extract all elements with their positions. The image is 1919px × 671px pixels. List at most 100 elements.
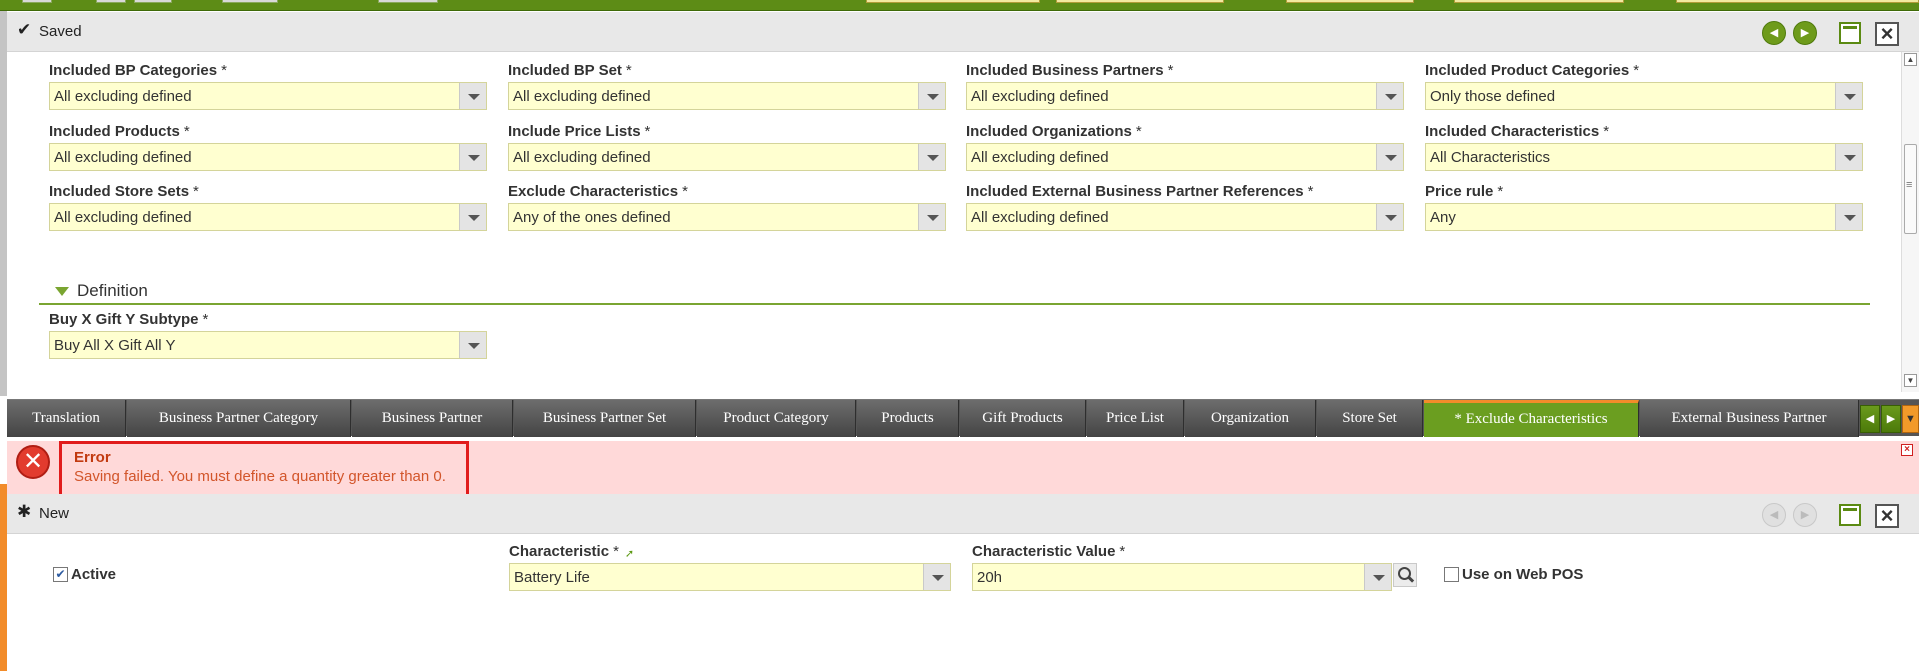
field-included-characteristics: Included Characteristics * All Characteri…: [1425, 123, 1863, 171]
use-on-web-pos-checkbox[interactable]: [1444, 566, 1459, 582]
toolbar-button[interactable]: [96, 0, 126, 3]
buy-x-gift-y-subtype-select[interactable]: Buy All X Gift All Y: [49, 331, 487, 359]
toolbar-field[interactable]: [1056, 0, 1224, 3]
field-label: Included BP Set: [508, 62, 622, 79]
included-external-bp-references-select[interactable]: All excluding defined: [966, 203, 1404, 231]
error-title: Error: [74, 449, 111, 466]
field-characteristic: Characteristic * ➚ Battery Life: [509, 543, 951, 591]
scroll-thumb[interactable]: [1904, 144, 1917, 234]
select-value: All excluding defined: [54, 88, 192, 105]
form-scrollbar[interactable]: ▲ ▼: [1901, 52, 1919, 392]
exclude-characteristics-select[interactable]: Any of the ones defined: [508, 203, 946, 231]
toolbar-field[interactable]: [1676, 0, 1919, 3]
included-organizations-select[interactable]: All excluding defined: [966, 143, 1404, 171]
select-value: All excluding defined: [513, 88, 651, 105]
field-included-bp-set: Included BP Set * All excluding defined: [508, 62, 946, 110]
toolbar-field[interactable]: [1286, 0, 1414, 3]
status-label: New: [39, 505, 70, 522]
dropdown-arrow-icon[interactable]: [1376, 144, 1403, 170]
characteristic-value-select[interactable]: 20h: [972, 563, 1392, 591]
dropdown-arrow-icon[interactable]: [918, 204, 945, 230]
toolbar-button[interactable]: [134, 0, 172, 3]
field-label: Included Product Categories: [1425, 62, 1630, 79]
required-marker: *: [613, 543, 619, 560]
field-label: Include Price Lists: [508, 123, 641, 140]
scroll-down-icon[interactable]: ▼: [1904, 374, 1917, 387]
include-price-lists-select[interactable]: All excluding defined: [508, 143, 946, 171]
tab-product-category[interactable]: Product Category: [697, 400, 856, 437]
tab-exclude-characteristics[interactable]: * Exclude Characteristics: [1424, 400, 1639, 437]
included-product-categories-select[interactable]: Only those defined: [1425, 82, 1863, 110]
required-marker: *: [1497, 183, 1504, 200]
tab-external-business-partner[interactable]: External Business Partner: [1640, 400, 1859, 437]
definition-section-header[interactable]: Definition: [39, 279, 1870, 305]
active-checkbox[interactable]: ✔: [53, 566, 68, 582]
tab-menu-icon[interactable]: ▼: [1902, 405, 1919, 433]
close-button[interactable]: ×: [1875, 22, 1899, 46]
dropdown-arrow-icon[interactable]: [918, 144, 945, 170]
toolbar-button[interactable]: [222, 0, 278, 3]
toolbar-field[interactable]: [866, 0, 1040, 3]
previous-record-button[interactable]: ◀: [1762, 503, 1786, 527]
maximize-button[interactable]: [1839, 22, 1861, 44]
maximize-button[interactable]: [1839, 504, 1861, 526]
tab-translation[interactable]: Translation: [7, 400, 126, 437]
tab-price-list[interactable]: Price List: [1087, 400, 1184, 437]
error-message: Saving failed. You must define a quantit…: [74, 468, 446, 485]
dropdown-arrow-icon[interactable]: [459, 204, 486, 230]
tab-organization[interactable]: Organization: [1185, 400, 1316, 437]
status-label: Saved: [39, 23, 82, 40]
collapse-triangle-icon[interactable]: [55, 287, 69, 296]
select-value: All excluding defined: [971, 149, 1109, 166]
tab-scroll-right-icon[interactable]: ▶: [1881, 405, 1901, 433]
tab-gift-products[interactable]: Gift Products: [960, 400, 1086, 437]
select-value: Any: [1430, 209, 1456, 226]
close-button[interactable]: ×: [1875, 504, 1899, 528]
included-bp-categories-select[interactable]: All excluding defined: [49, 82, 487, 110]
tab-products[interactable]: Products: [857, 400, 959, 437]
select-value: Buy All X Gift All Y: [54, 337, 176, 354]
dropdown-arrow-icon[interactable]: [459, 144, 486, 170]
dropdown-arrow-icon[interactable]: [1376, 83, 1403, 109]
dropdown-arrow-icon[interactable]: [1835, 204, 1862, 230]
required-marker: *: [682, 183, 688, 200]
tab-business-partner-category[interactable]: Business Partner Category: [127, 400, 351, 437]
dropdown-arrow-icon[interactable]: [923, 564, 950, 590]
tab-business-partner[interactable]: Business Partner: [352, 400, 513, 437]
dropdown-arrow-icon[interactable]: [1376, 204, 1403, 230]
characteristic-select[interactable]: Battery Life: [509, 563, 951, 591]
included-business-partners-select[interactable]: All excluding defined: [966, 82, 1404, 110]
link-arrow-icon[interactable]: ➚: [625, 547, 635, 560]
toolbar-field[interactable]: [1454, 0, 1624, 3]
price-rule-select[interactable]: Any: [1425, 203, 1863, 231]
field-label: Characteristic: [509, 543, 610, 560]
scroll-up-icon[interactable]: ▲: [1904, 53, 1917, 66]
included-characteristics-select[interactable]: All Characteristics: [1425, 143, 1863, 171]
included-store-sets-select[interactable]: All excluding defined: [49, 203, 487, 231]
field-included-external-bp-references: Included External Business Partner Refer…: [966, 183, 1404, 231]
dropdown-arrow-icon[interactable]: [918, 83, 945, 109]
field-label: Exclude Characteristics: [508, 183, 679, 200]
tab-business-partner-set[interactable]: Business Partner Set: [514, 400, 696, 437]
field-included-bp-categories: Included BP Categories * All excluding de…: [49, 62, 487, 110]
included-products-select[interactable]: All excluding defined: [49, 143, 487, 171]
tab-store-set[interactable]: Store Set: [1317, 400, 1423, 437]
dropdown-arrow-icon[interactable]: [459, 332, 486, 358]
subtab-bar: Translation Business Partner Category Bu…: [7, 399, 1919, 437]
toolbar-button[interactable]: [22, 0, 52, 3]
dropdown-arrow-icon[interactable]: [1835, 144, 1862, 170]
search-icon[interactable]: [1393, 563, 1417, 587]
error-close-icon[interactable]: ×: [1901, 444, 1913, 456]
tab-scroll-left-icon[interactable]: ◀: [1860, 405, 1880, 433]
toolbar-button[interactable]: [378, 0, 438, 3]
dropdown-arrow-icon[interactable]: [1364, 564, 1391, 590]
next-record-button[interactable]: ▶: [1793, 21, 1817, 45]
new-record-icon: ✱: [17, 502, 32, 521]
next-record-button[interactable]: ▶: [1793, 503, 1817, 527]
dropdown-arrow-icon[interactable]: [1835, 83, 1862, 109]
field-included-products: Included Products * All excluding defined: [49, 123, 487, 171]
required-marker: *: [1603, 123, 1610, 140]
dropdown-arrow-icon[interactable]: [459, 83, 486, 109]
included-bp-set-select[interactable]: All excluding defined: [508, 82, 946, 110]
previous-record-button[interactable]: ◀: [1762, 21, 1786, 45]
